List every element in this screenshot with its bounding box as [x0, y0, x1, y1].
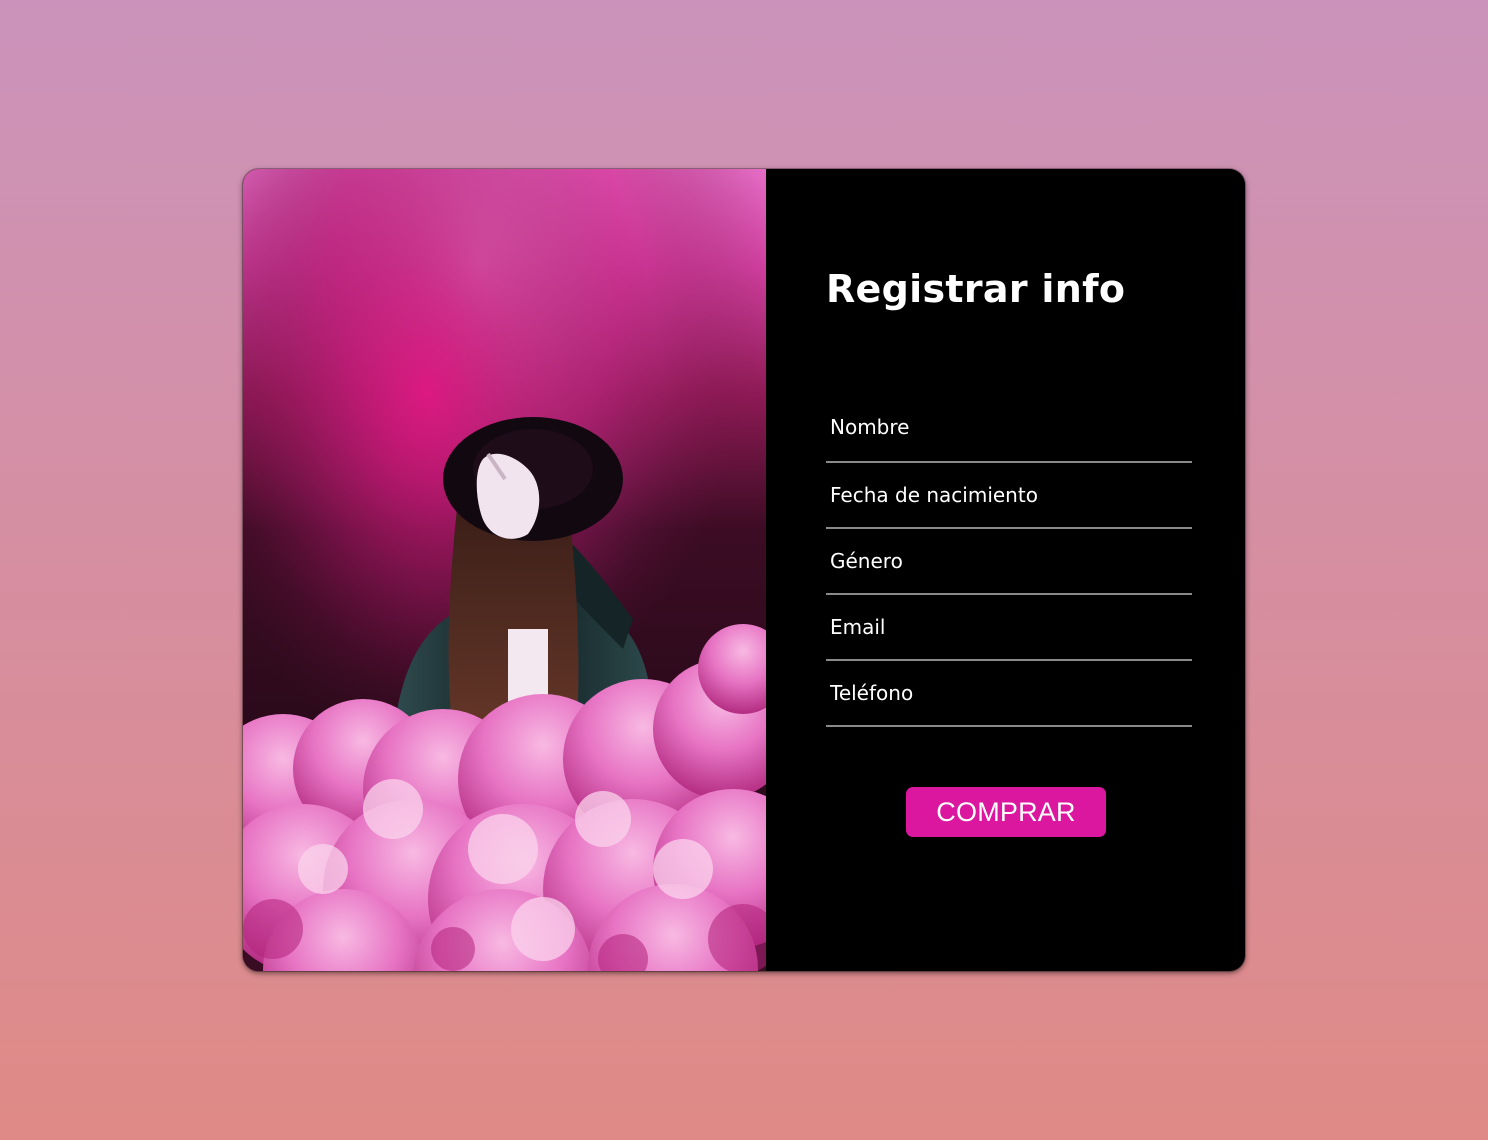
gender-input[interactable] [826, 529, 1192, 593]
phone-field [826, 661, 1192, 727]
name-input[interactable] [826, 395, 1192, 459]
registration-form: Registrar info COMPRAR [766, 169, 1245, 971]
buy-button[interactable]: COMPRAR [906, 787, 1106, 837]
form-title: Registrar info [826, 267, 1126, 311]
phone-input[interactable] [826, 661, 1192, 725]
birthdate-field [826, 463, 1192, 529]
birthdate-input[interactable] [826, 463, 1192, 527]
email-field [826, 595, 1192, 661]
registration-card: Registrar info COMPRAR [243, 169, 1245, 971]
name-field [826, 395, 1192, 463]
gender-field [826, 529, 1192, 595]
form-fields [826, 395, 1192, 727]
email-input[interactable] [826, 595, 1192, 659]
hero-photo [243, 169, 766, 971]
